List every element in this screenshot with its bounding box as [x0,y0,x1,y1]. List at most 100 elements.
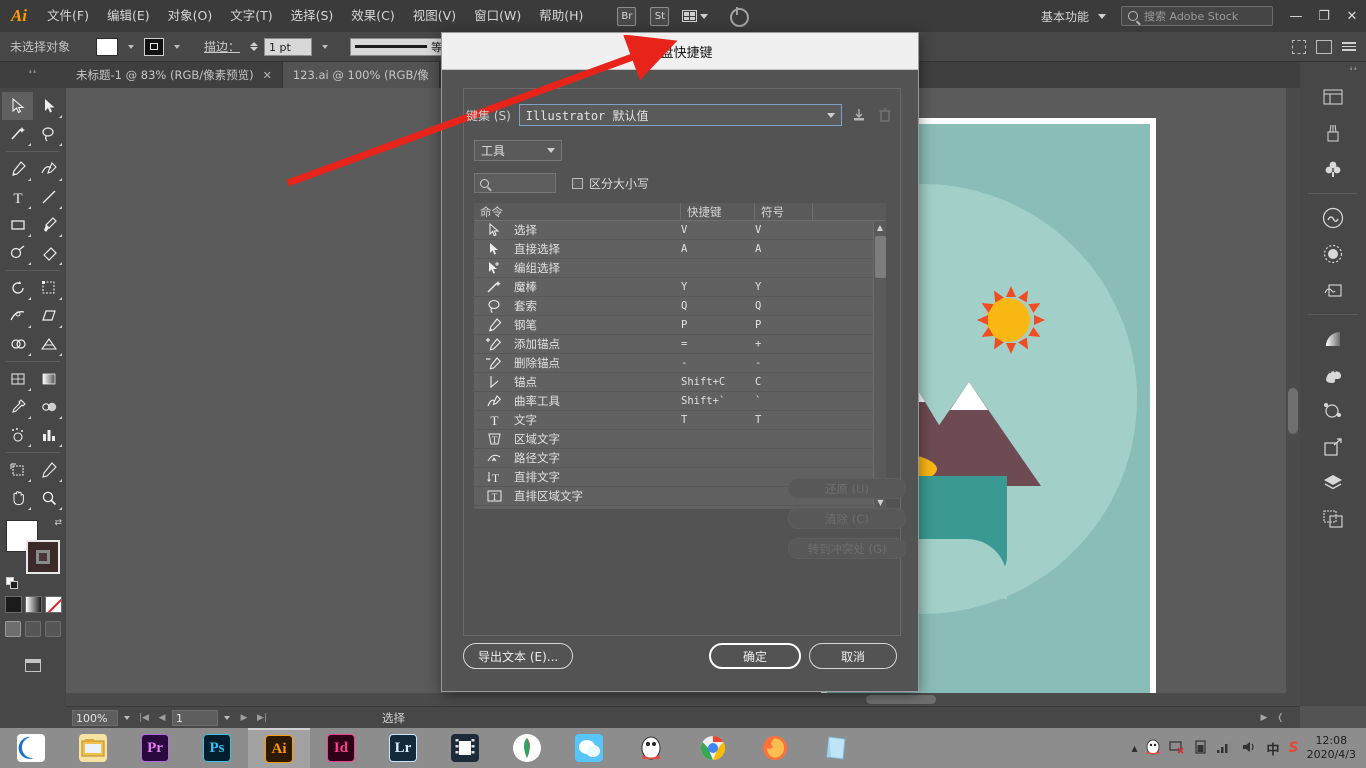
menu-edit[interactable]: 编辑(E) [98,0,159,32]
save-keyset-icon[interactable] [850,105,868,125]
panel-libraries[interactable] [1300,200,1366,236]
table-row[interactable]: 选择VV [474,221,886,240]
panel-transform[interactable] [1300,429,1366,465]
bridge-button[interactable]: Br [617,7,636,26]
tool-direct-selection[interactable] [33,92,64,120]
stroke-weight-stepper[interactable] [250,42,258,51]
document-tab-1[interactable]: 未标题-1 @ 83% (RGB/像素预览) ✕ [66,62,283,88]
stock-search-input[interactable]: 搜索 Adobe Stock [1121,6,1273,26]
taskbar-clock[interactable]: 12:08 2020/4/3 [1307,734,1366,762]
table-row[interactable]: 路径文字 [474,449,886,468]
export-text-button[interactable]: 导出文本 (E)... [463,643,573,669]
canvas-vertical-scrollbar[interactable] [1286,88,1300,706]
tool-shaper[interactable] [2,239,33,267]
panel-pathfinder[interactable] [1300,393,1366,429]
canvas-horizontal-scrollbar[interactable] [66,693,1300,706]
tool-eraser[interactable] [33,239,64,267]
tool-perspective-grid[interactable] [33,330,64,358]
next-artboard-button[interactable]: ▶ [236,713,252,723]
chevron-down-icon[interactable] [224,716,230,720]
menu-lines-icon[interactable] [1342,42,1356,51]
taskbar-item-indesign[interactable]: Id [310,728,372,768]
tool-type[interactable]: T [2,183,33,211]
ok-button[interactable]: 确定 [709,643,801,669]
table-body[interactable]: 选择VV直接选择AA编组选择魔棒YY套索QQ钢笔PP添加锚点=+删除锚点--锚点… [474,221,886,509]
chevron-down-icon[interactable] [124,716,130,720]
tool-hand[interactable] [2,484,33,512]
taskbar-item-firefox[interactable] [744,728,806,768]
fill-color-swatch[interactable] [96,38,118,56]
tray-expand-icon[interactable]: ▴ [1131,741,1137,755]
menu-help[interactable]: 帮助(H) [530,0,592,32]
prev-artboard-button[interactable]: ◀ [154,713,170,723]
workspace-switcher[interactable]: 基本功能 [1031,8,1112,25]
taskbar-item-wps[interactable] [496,728,558,768]
scrollbar-thumb[interactable] [866,695,936,704]
taskbar-item-qq[interactable] [620,728,682,768]
transform-icon[interactable] [1316,40,1332,54]
tool-gradient[interactable] [33,365,64,393]
align-icon[interactable] [1292,40,1306,54]
stroke-weight-input[interactable]: 1 pt [264,38,312,56]
default-fill-stroke-icon[interactable] [6,577,19,590]
tray-ime-icon[interactable]: 中 [1266,739,1279,758]
table-row[interactable]: 曲率工具Shift+`` [474,392,886,411]
stock-button[interactable]: St [650,7,669,26]
tool-rectangle[interactable] [2,211,33,239]
panel-properties[interactable] [1300,79,1366,115]
taskbar-item-explorer[interactable] [62,728,124,768]
tool-curvature[interactable] [33,155,64,183]
arrange-documents-button[interactable] [682,10,708,22]
cancel-button[interactable]: 取消 [809,643,897,669]
table-scrollbar[interactable]: ▲ ▼ [873,221,886,509]
tray-sogou-icon[interactable]: S [1289,740,1299,756]
tool-width[interactable] [2,302,33,330]
keyset-select[interactable]: Illustrator 默认值 [519,104,842,126]
taskbar-item-chrome[interactable] [682,728,744,768]
menu-object[interactable]: 对象(O) [159,0,222,32]
taskbar-item-premiere[interactable]: Pr [124,728,186,768]
restore-button[interactable]: ❐ [1310,0,1338,32]
tool-shape-builder[interactable] [2,330,33,358]
tray-qq-icon[interactable] [1146,739,1160,758]
tool-rotate[interactable] [2,274,33,302]
chevron-down-icon[interactable] [128,45,134,49]
tool-slice[interactable] [33,456,64,484]
scrollbar-thumb[interactable] [1288,388,1298,434]
clear-button[interactable]: 清除 (C) [788,508,906,529]
table-row[interactable]: T区域文字 [474,430,886,449]
tool-zoom[interactable] [33,484,64,512]
tool-eyedropper[interactable] [2,393,33,421]
taskbar-item-browser[interactable] [0,728,62,768]
stroke-swatch[interactable] [26,540,60,574]
zoom-level-input[interactable]: 100% [72,710,118,726]
table-row[interactable]: 直接选择AA [474,240,886,259]
scroll-up-icon[interactable]: ▲ [874,221,886,234]
creative-cloud-sync-icon[interactable] [722,6,748,26]
goto-conflict-button[interactable]: 转到冲突处 (G) [788,538,906,559]
table-row[interactable]: 钢笔PP [474,316,886,335]
color-mode-none[interactable] [45,596,62,613]
panel-swatches[interactable] [1300,357,1366,393]
tool-magic-wand[interactable] [2,120,33,148]
taskbar-item-photoshop[interactable]: Ps [186,728,248,768]
first-artboard-button[interactable]: |◀ [136,713,152,723]
panel-brushes[interactable] [1300,115,1366,151]
last-artboard-button[interactable]: ▶| [254,713,270,723]
table-row[interactable]: 添加锚点=+ [474,335,886,354]
screen-mode-button[interactable] [0,659,66,672]
tray-battery-icon[interactable] [1194,740,1207,757]
swap-fill-stroke-icon[interactable]: ⇄ [54,518,62,528]
panel-symbols[interactable] [1300,151,1366,187]
taskbar-item-illustrator[interactable]: Ai [248,728,310,768]
tool-lasso[interactable] [33,120,64,148]
table-row[interactable]: 编组选择 [474,259,886,278]
menu-effect[interactable]: 效果(C) [342,0,403,32]
delete-keyset-icon[interactable] [876,105,894,125]
menu-file[interactable]: 文件(F) [38,0,98,32]
artboard-number-input[interactable]: 1 [172,710,218,726]
menu-view[interactable]: 视图(V) [404,0,465,32]
close-icon[interactable]: ✕ [263,69,272,82]
table-row[interactable]: 删除锚点-- [474,354,886,373]
tray-signal-icon[interactable] [1216,740,1232,757]
